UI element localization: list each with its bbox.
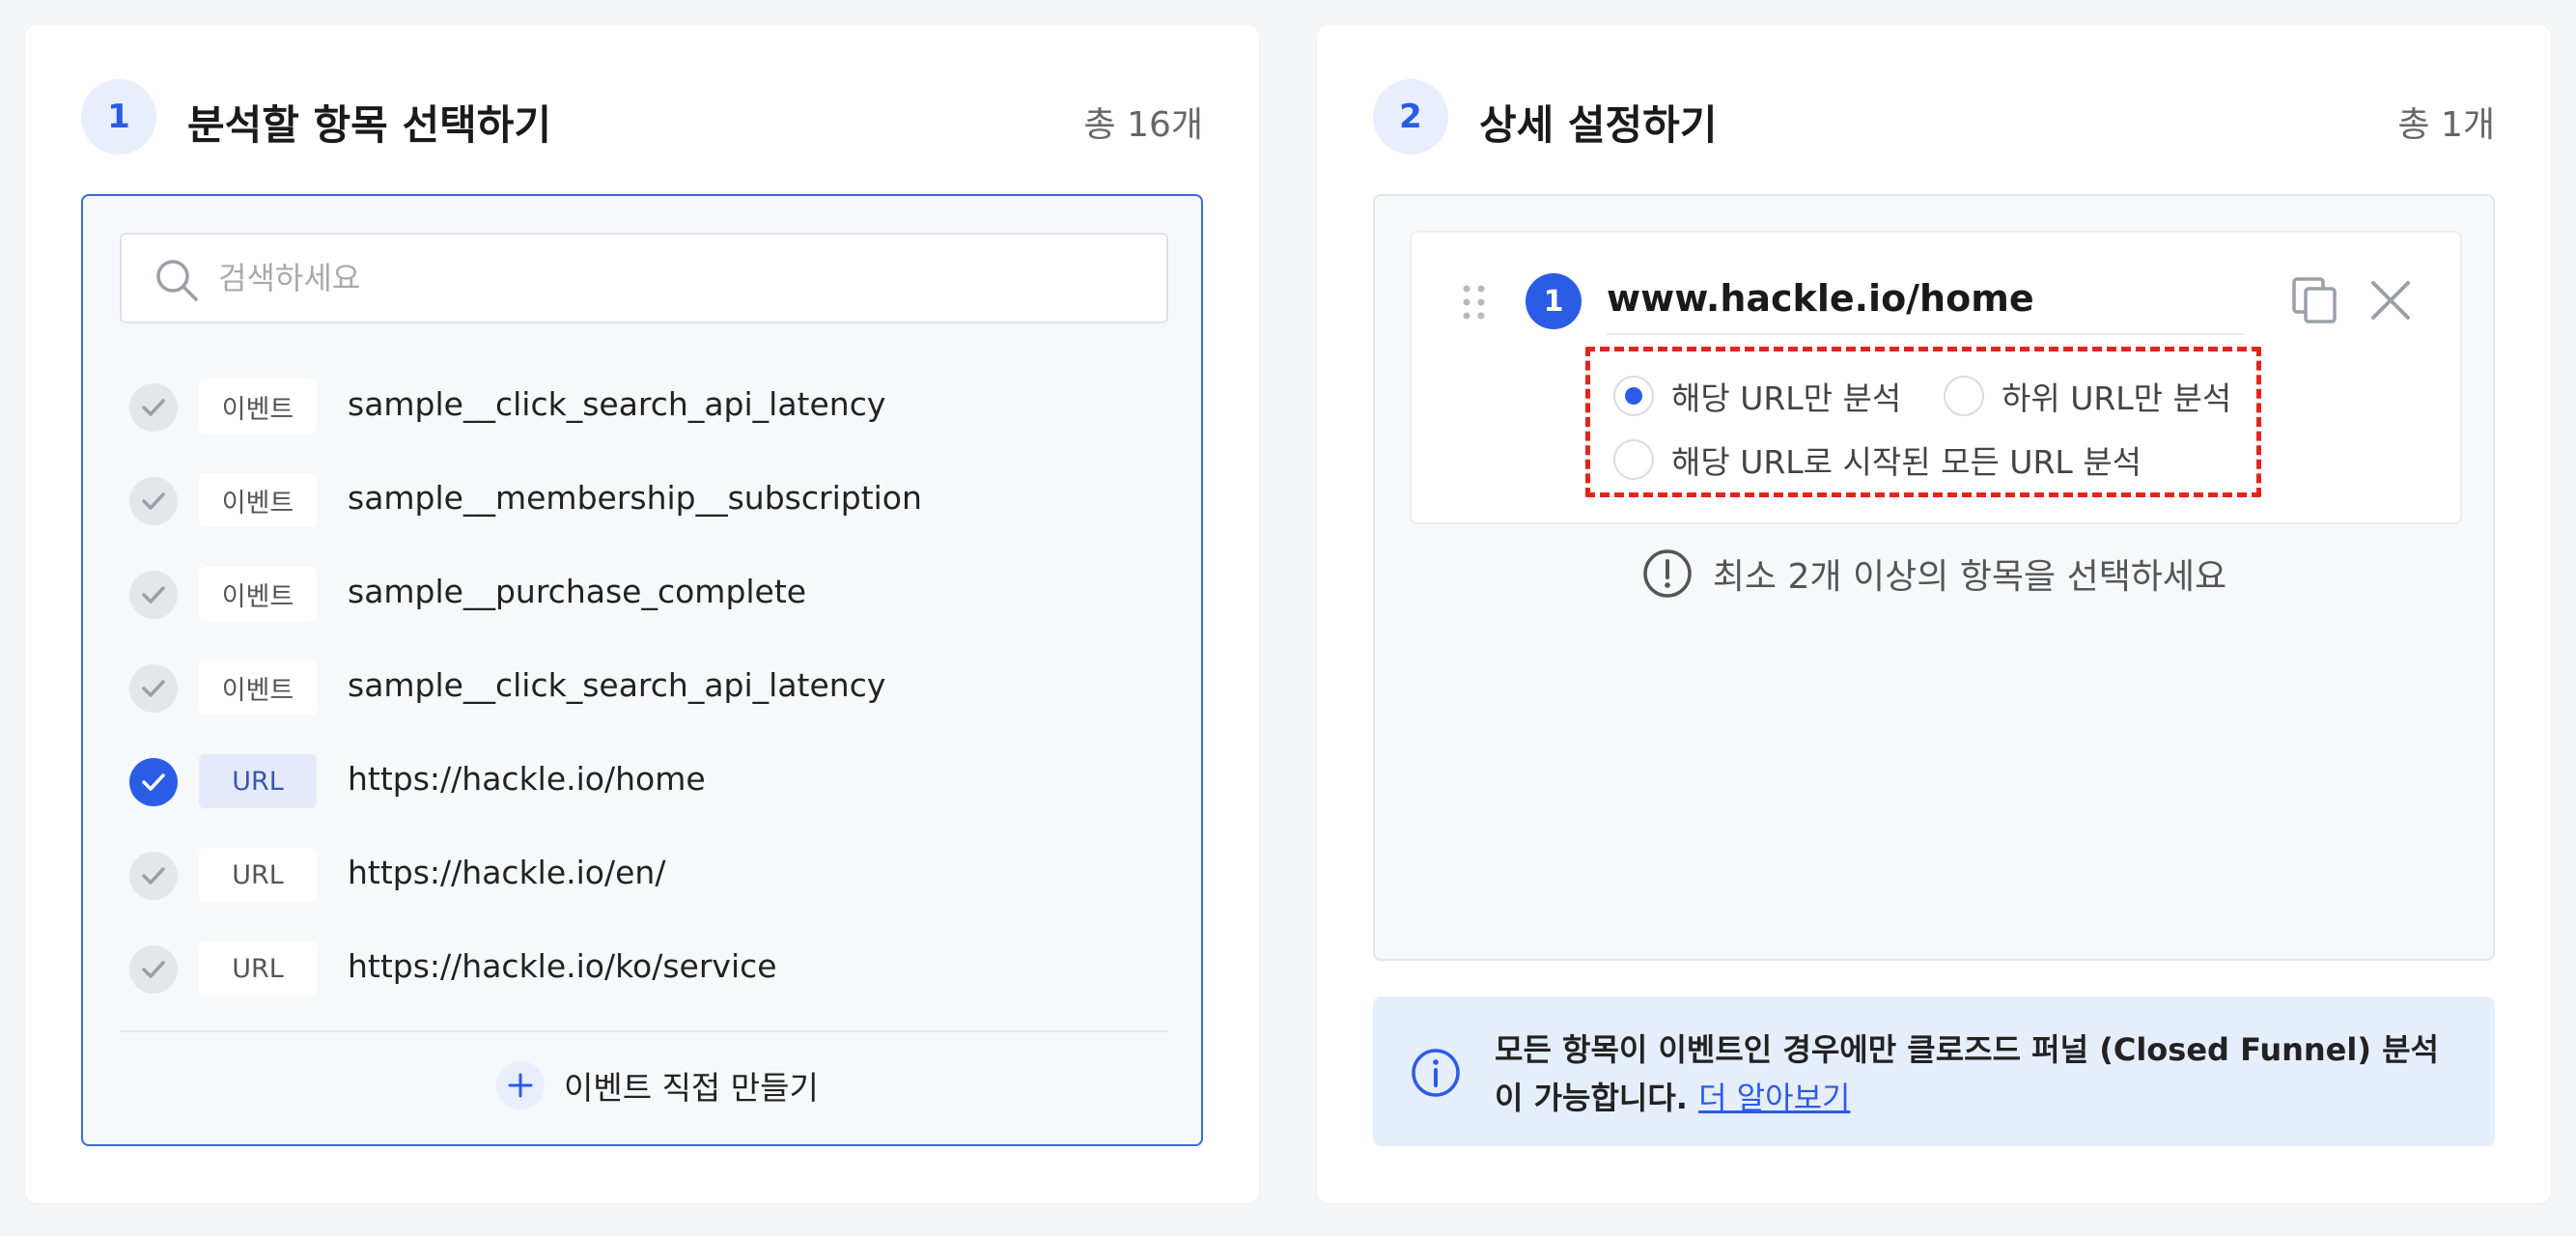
item-selection-panel: 1 분석할 항목 선택하기 총 16개 이벤트 sample__click_sea… bbox=[25, 25, 1259, 1203]
item-count: 총 1개 bbox=[2397, 105, 2495, 145]
warning-text: 최소 2개 이상의 항목을 선택하세요 bbox=[1712, 557, 2227, 597]
item-type-tag: 이벤트 bbox=[199, 473, 317, 527]
radio-sub-url[interactable]: 하위 URL만 분석 bbox=[1944, 373, 2231, 419]
list-item[interactable]: 이벤트 sample__click_search_api_latency bbox=[129, 362, 1162, 456]
checkmark-icon[interactable] bbox=[129, 758, 178, 806]
info-icon bbox=[1412, 1049, 1460, 1097]
warning-message: 최소 2개 이상의 항목을 선택하세요 bbox=[1375, 548, 2493, 600]
list-item[interactable]: URL https://hackle.io/ko/service bbox=[129, 924, 1162, 1018]
item-type-tag: URL bbox=[199, 848, 317, 902]
list-item[interactable]: URL https://hackle.io/en/ bbox=[129, 830, 1162, 924]
item-type-tag: URL bbox=[199, 941, 317, 996]
list-footer: 이벤트 직접 만들기 bbox=[120, 1030, 1168, 1144]
item-label: https://hackle.io/en/ bbox=[348, 854, 666, 891]
radio-button[interactable] bbox=[1944, 376, 1984, 416]
step-badge: 2 bbox=[1373, 79, 1448, 154]
list-item[interactable]: 이벤트 sample__purchase_complete bbox=[129, 549, 1162, 643]
copy-icon[interactable] bbox=[2288, 273, 2342, 327]
list-item[interactable]: URL https://hackle.io/home bbox=[129, 737, 1162, 830]
plus-icon bbox=[496, 1061, 545, 1110]
search-icon bbox=[156, 260, 198, 301]
detail-settings-panel: 2 상세 설정하기 총 1개 1 www.hackle.io/home 해당 U… bbox=[1317, 25, 2551, 1203]
item-label: sample__click_search_api_latency bbox=[348, 666, 886, 704]
search-input[interactable] bbox=[218, 235, 1145, 322]
info-text-block: 모든 항목이 이벤트인 경우에만 클로즈드 퍼널 (Closed Funnel)… bbox=[1495, 1025, 2460, 1122]
checkmark-icon[interactable] bbox=[129, 945, 178, 994]
drag-handle-icon[interactable] bbox=[1460, 283, 1489, 322]
detail-card: 1 www.hackle.io/home 해당 URL만 분석 하위 URL만 … bbox=[1410, 231, 2462, 524]
step-badge: 1 bbox=[81, 79, 156, 154]
create-event-button[interactable]: 이벤트 직접 만들기 bbox=[496, 1056, 819, 1114]
radio-label: 해당 URL로 시작된 모든 URL 분석 bbox=[1671, 443, 2142, 481]
checkmark-icon[interactable] bbox=[129, 571, 178, 619]
item-count: 총 16개 bbox=[1083, 105, 1204, 145]
card-number-badge: 1 bbox=[1526, 273, 1582, 329]
radio-label: 해당 URL만 분석 bbox=[1671, 379, 1902, 417]
radio-exact-url[interactable]: 해당 URL만 분석 bbox=[1613, 373, 1901, 419]
panel-title: 상세 설정하기 bbox=[1479, 101, 1718, 149]
card-title: www.hackle.io/home bbox=[1607, 277, 2034, 320]
checkmark-icon[interactable] bbox=[129, 477, 178, 525]
item-type-tag: 이벤트 bbox=[199, 660, 317, 715]
item-type-tag: 이벤트 bbox=[199, 567, 317, 621]
info-banner: 모든 항목이 이벤트인 경우에만 클로즈드 퍼널 (Closed Funnel)… bbox=[1373, 997, 2495, 1146]
checkmark-icon[interactable] bbox=[129, 383, 178, 432]
item-label: https://hackle.io/home bbox=[348, 760, 706, 798]
item-label: sample__click_search_api_latency bbox=[348, 385, 886, 423]
checkmark-icon[interactable] bbox=[129, 852, 178, 900]
create-event-label: 이벤트 직접 만들기 bbox=[564, 1069, 819, 1107]
item-list-box: 이벤트 sample__click_search_api_latency 이벤트 sa… bbox=[81, 194, 1203, 1146]
list-item[interactable]: 이벤트 sample__membership__subscription bbox=[129, 456, 1162, 549]
exclamation-icon bbox=[1643, 549, 1692, 598]
item-type-tag: URL bbox=[199, 754, 317, 808]
url-match-options: 해당 URL만 분석 하위 URL만 분석 해당 URL로 시작된 모든 URL… bbox=[1585, 347, 2261, 497]
item-list: 이벤트 sample__click_search_api_latency 이벤트 sa… bbox=[129, 362, 1162, 1026]
panel-header: 2 상세 설정하기 총 1개 bbox=[1373, 79, 2495, 156]
item-type-tag: 이벤트 bbox=[199, 379, 317, 434]
close-icon[interactable] bbox=[2364, 273, 2418, 327]
checkmark-icon[interactable] bbox=[129, 664, 178, 713]
panel-title: 분석할 항목 선택하기 bbox=[187, 101, 552, 149]
item-label: https://hackle.io/ko/service bbox=[348, 947, 777, 985]
item-label: sample__purchase_complete bbox=[348, 573, 807, 610]
divider bbox=[1607, 333, 2244, 335]
radio-label: 하위 URL만 분석 bbox=[2002, 379, 2232, 417]
info-text: 모든 항목이 이벤트인 경우에만 클로즈드 퍼널 (Closed Funnel)… bbox=[1495, 1031, 2439, 1116]
item-label: sample__membership__subscription bbox=[348, 479, 922, 517]
radio-button-selected[interactable] bbox=[1613, 376, 1654, 416]
learn-more-link[interactable]: 더 알아보기 bbox=[1698, 1080, 1850, 1116]
detail-box: 1 www.hackle.io/home 해당 URL만 분석 하위 URL만 … bbox=[1373, 194, 2495, 961]
panel-header: 1 분석할 항목 선택하기 총 16개 bbox=[81, 79, 1203, 156]
radio-prefix-url[interactable]: 해당 URL로 시작된 모든 URL 분석 bbox=[1613, 436, 2142, 483]
list-item[interactable]: 이벤트 sample__click_search_api_latency bbox=[129, 643, 1162, 737]
radio-button[interactable] bbox=[1613, 439, 1654, 480]
search-box[interactable] bbox=[120, 233, 1168, 323]
